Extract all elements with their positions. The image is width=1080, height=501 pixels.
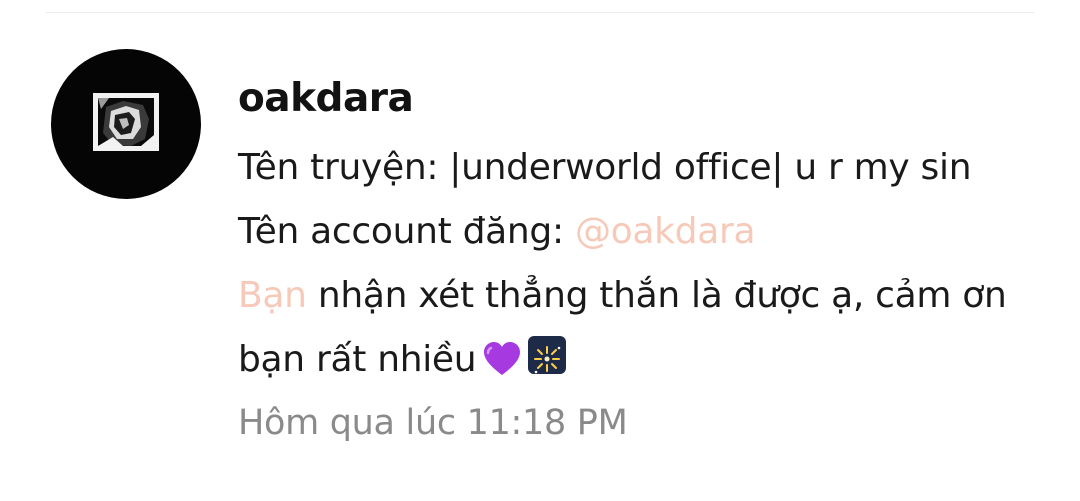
comment-username[interactable]: oakdara <box>238 72 1058 126</box>
comment-text-line-1: Tên truyện: |underworld office| u r my s… <box>238 136 1058 200</box>
comment-text: nhận xét thẳng thắn là được ạ, cảm ơn <box>306 275 1007 316</box>
mention-link[interactable]: @oakdara <box>575 211 756 252</box>
purple-heart-icon <box>482 334 522 398</box>
comment-text: Tên truyện: |underworld office| u r my s… <box>238 147 972 188</box>
comment-body: oakdara Tên truyện: |underworld office| … <box>238 72 1058 448</box>
comment-text: Tên account đăng: <box>238 211 575 252</box>
comment-text-line-4: bạn rất nhiều <box>238 328 1058 398</box>
avatar[interactable] <box>51 49 201 199</box>
comment-timestamp: Hôm qua lúc 11:18 PM <box>238 403 628 443</box>
comment-text-line-2: Tên account đăng: @oakdara <box>238 200 1058 264</box>
comment-text: bạn rất nhiều <box>238 339 477 380</box>
fireworks-icon <box>528 336 567 374</box>
comment-item: oakdara Tên truyện: |underworld office| … <box>0 0 1080 501</box>
avatar-image <box>93 93 159 151</box>
comment-text-line-3: Bạn nhận xét thẳng thắn là được ạ, cảm ơ… <box>238 264 1058 328</box>
mention-link[interactable]: Bạn <box>238 275 307 316</box>
